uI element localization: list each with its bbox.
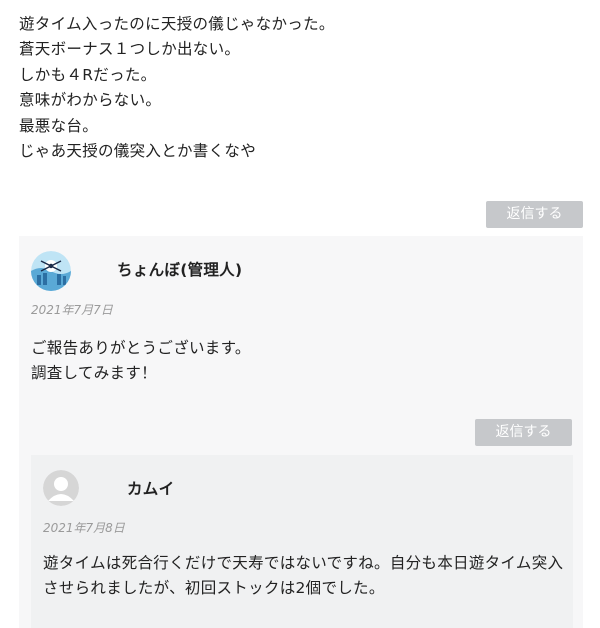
reply-button[interactable]: 返信する <box>475 419 572 446</box>
comment-line: しかも４Rだった。 <box>19 65 157 84</box>
comment-date: 2021年7月8日 <box>43 521 125 535</box>
comment-line: 最悪な台。 <box>19 116 99 135</box>
comment-line: 蒼天ボーナス１つしか出ない。 <box>19 40 241 59</box>
comment-author: カムイ <box>127 480 175 498</box>
comment-line: ご報告ありがとうございます。 <box>31 339 251 357</box>
comment-line: 意味がわからない。 <box>19 91 162 110</box>
default-avatar-icon <box>43 470 79 506</box>
comment-body: 遊タイムは死合行くだけで天寿ではないですね。自分も本日遊タイム突入させられました… <box>43 554 564 597</box>
comment-body: ご報告ありがとうございます。 調査してみます！ <box>31 336 251 386</box>
admin-avatar-icon <box>31 251 71 291</box>
top-comment: 遊タイム入ったのに天授の儀じゃなかった。 蒼天ボーナス１つしか出ない。 しかも４… <box>19 12 589 164</box>
comment-line: 調査してみます！ <box>31 364 157 382</box>
reply-button[interactable]: 返信する <box>486 201 583 228</box>
comment-line: 遊タイム入ったのに天授の儀じゃなかった。 <box>19 15 335 33</box>
comment-line: じゃあ天授の儀突入とか書くなや <box>19 142 257 161</box>
reply-card-nested <box>31 455 573 628</box>
comment-date: 2021年7月7日 <box>31 303 113 317</box>
comment-author: ちょんぼ(管理人) <box>117 261 243 279</box>
